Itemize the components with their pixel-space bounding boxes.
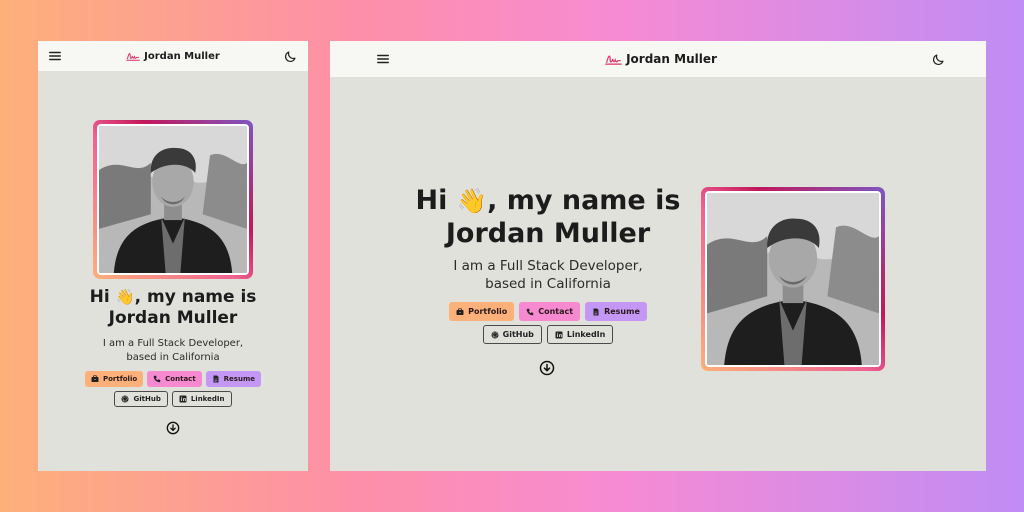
contact-label: Contact [538, 307, 574, 316]
waving-hand-icon: 👋 [456, 186, 488, 215]
signature-icon [605, 55, 622, 65]
greeting-suffix: , my name is [134, 287, 257, 307]
portfolio-button[interactable]: Portfolio [84, 371, 144, 387]
subtitle-line-2: based in California [126, 352, 220, 363]
hero-subtitle: I am a Full Stack Developer, based in Ca… [406, 257, 690, 293]
primary-buttons: Portfolio Contact Resume [406, 302, 690, 321]
portfolio-label: Portfolio [468, 307, 508, 316]
profile-photo-container [93, 120, 253, 279]
profile-photo [705, 191, 881, 367]
linkedin-icon [555, 331, 563, 338]
brand-name: Jordan Muller [626, 52, 717, 66]
profile-photo [97, 124, 249, 275]
hero-name: Jordan Muller [445, 218, 651, 249]
subtitle-line-1: I am a Full Stack Developer, [102, 338, 244, 349]
arrow-down-circle-icon[interactable] [539, 360, 555, 376]
moon-icon[interactable] [284, 49, 298, 63]
brand-name: Jordan Muller [144, 50, 220, 62]
contact-label: Contact [165, 375, 196, 383]
navbar: Jordan Muller [330, 41, 986, 77]
phone-icon [153, 375, 161, 383]
hero-subtitle: I am a Full Stack Developer, based in Ca… [38, 337, 308, 365]
mobile-preview: Jordan Muller Hi 👋, my name is Jordan Mu… [38, 41, 308, 471]
photo-gradient-border [701, 187, 885, 371]
document-icon [213, 375, 219, 383]
linkedin-button[interactable]: LinkedIn [546, 325, 614, 344]
resume-button[interactable]: Resume [205, 371, 262, 387]
github-button[interactable]: GitHub [482, 325, 542, 344]
github-button[interactable]: GitHub [114, 391, 168, 407]
subtitle-line-2: based in California [485, 276, 611, 292]
portfolio-label: Portfolio [102, 375, 138, 383]
signature-icon [126, 53, 140, 61]
hero-name: Jordan Muller [108, 308, 238, 328]
greeting-prefix: Hi [415, 185, 448, 216]
resume-label: Resume [223, 375, 256, 383]
phone-icon [526, 308, 534, 315]
social-buttons: GitHub LinkedIn [406, 325, 690, 344]
linkedin-button[interactable]: LinkedIn [171, 391, 232, 407]
moon-icon[interactable] [932, 52, 946, 66]
desktop-preview: Jordan Muller Hi 👋, my name is Jordan Mu… [330, 41, 986, 471]
profile-photo-container [701, 187, 885, 371]
linkedin-label: LinkedIn [566, 330, 606, 339]
portfolio-button[interactable]: Portfolio [449, 302, 515, 321]
document-icon [593, 308, 599, 315]
linkedin-icon [179, 395, 187, 403]
contact-button[interactable]: Contact [519, 302, 581, 321]
arrow-down-circle-icon[interactable] [166, 421, 180, 435]
briefcase-icon [456, 307, 464, 315]
greeting-prefix: Hi [89, 287, 110, 307]
hero-title: Hi 👋, my name is Jordan Muller [38, 287, 308, 329]
linkedin-label: LinkedIn [190, 395, 225, 403]
subtitle-line-1: I am a Full Stack Developer, [453, 258, 643, 274]
briefcase-icon [91, 375, 99, 382]
hero-title: Hi 👋, my name is Jordan Muller [406, 184, 690, 250]
resume-label: Resume [604, 307, 640, 316]
social-buttons: GitHub LinkedIn [38, 391, 308, 407]
github-label: GitHub [133, 395, 161, 403]
brand[interactable]: Jordan Muller [126, 50, 220, 62]
photo-gradient-border [93, 120, 253, 279]
greeting-suffix: , my name is [487, 185, 681, 216]
github-label: GitHub [502, 330, 534, 339]
hamburger-menu-icon[interactable] [48, 49, 62, 63]
brand[interactable]: Jordan Muller [605, 52, 717, 66]
resume-button[interactable]: Resume [585, 302, 647, 321]
github-icon [121, 395, 129, 403]
primary-buttons: Portfolio Contact Resume [38, 371, 308, 387]
hamburger-menu-icon[interactable] [376, 52, 390, 66]
navbar: Jordan Muller [38, 41, 308, 71]
contact-button[interactable]: Contact [147, 371, 202, 387]
github-icon [491, 331, 499, 338]
waving-hand-icon: 👋 [115, 288, 135, 306]
